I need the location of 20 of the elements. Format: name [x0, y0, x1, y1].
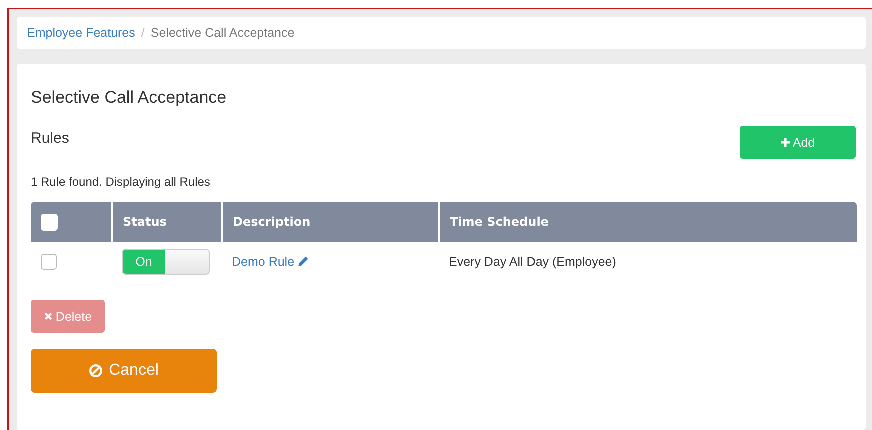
status-header: Status [123, 215, 167, 229]
results-summary: 1 Rule found. Displaying all Rules [31, 175, 212, 189]
rule-link[interactable]: Demo Rule [232, 254, 295, 268]
time-schedule-header: Time Schedule [450, 215, 549, 229]
breadcrumb-link[interactable]: Employee Features [27, 26, 136, 40]
ban-icon [89, 364, 104, 378]
page-title: Selective Call Acceptance [31, 88, 228, 108]
breadcrumb-separator: / [141, 26, 145, 40]
breadcrumb-current: Selective Call Acceptance [150, 26, 295, 40]
cancel-button[interactable]: Cancel [31, 349, 217, 393]
time-schedule-cell: Every Day All Day (Employee) [449, 254, 616, 268]
section-heading: Rules [31, 130, 70, 147]
plus-icon [780, 138, 790, 147]
row-checkbox[interactable] [41, 254, 57, 270]
select-all-checkbox[interactable] [41, 214, 58, 230]
pencil-icon [298, 256, 310, 266]
add-button[interactable]: Add [740, 126, 856, 159]
status-toggle[interactable]: On [122, 248, 210, 274]
description-header: Description [233, 215, 311, 229]
close-icon [44, 312, 53, 321]
